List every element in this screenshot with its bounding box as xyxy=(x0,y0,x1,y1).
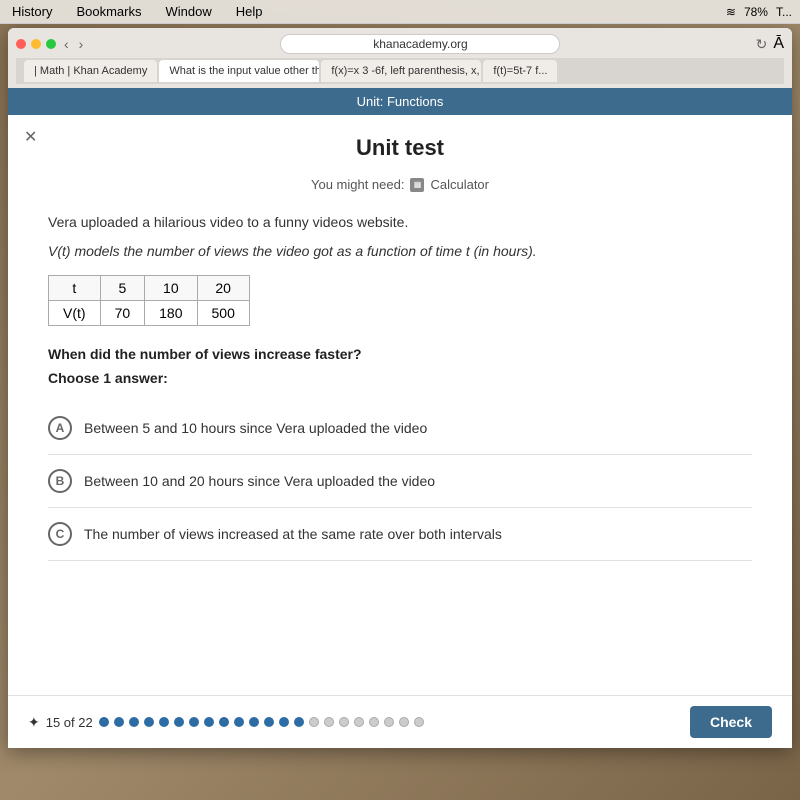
content-area: ✕ Unit test You might need: ▦ Calculator… xyxy=(8,115,792,695)
you-might-need: You might need: ▦ Calculator xyxy=(48,177,752,192)
menu-bar: History Bookmarks Window Help ≋ 78% T... xyxy=(0,0,800,24)
browser-controls: ‹ › khanacademy.org ↻ Ā xyxy=(16,34,784,54)
menu-item-bookmarks[interactable]: Bookmarks xyxy=(72,2,145,21)
window-controls xyxy=(16,39,56,49)
table-header-row: t 5 10 20 xyxy=(49,276,250,301)
table-cell-500: 500 xyxy=(197,301,249,326)
progress-dot-empty xyxy=(339,717,349,727)
answer-choice-a[interactable]: A Between 5 and 10 hours since Vera uplo… xyxy=(48,402,752,455)
page-title: Unit test xyxy=(48,135,752,161)
progress-dot-filled xyxy=(159,717,169,727)
problem-intro: Vera uploaded a hilarious video to a fun… xyxy=(48,212,752,233)
progress-dot-empty xyxy=(354,717,364,727)
menu-bar-right: ≋ 78% T... xyxy=(726,5,792,19)
progress-dot-filled xyxy=(279,717,289,727)
menu-item-window[interactable]: Window xyxy=(161,2,215,21)
progress-dot-empty xyxy=(309,717,319,727)
star-icon: ✦ xyxy=(28,714,40,731)
choice-circle-b: B xyxy=(48,469,72,493)
browser-window: ‹ › khanacademy.org ↻ Ā | Math | Khan Ac… xyxy=(8,28,792,748)
table-row-label: V(t) xyxy=(49,301,101,326)
progress-dot-empty xyxy=(414,717,424,727)
you-might-need-text: You might need: xyxy=(311,177,404,192)
progress-dot-filled xyxy=(234,717,244,727)
bottom-bar: ✦ 15 of 22 Check xyxy=(8,695,792,748)
progress-dot-filled xyxy=(189,717,199,727)
choose-label: Choose 1 answer: xyxy=(48,370,752,386)
progress-dots xyxy=(99,717,424,727)
table-header-10: 10 xyxy=(145,276,197,301)
menu-item-history[interactable]: History xyxy=(8,2,56,21)
choice-circle-a: A xyxy=(48,416,72,440)
answer-choice-b[interactable]: B Between 10 and 20 hours since Vera upl… xyxy=(48,455,752,508)
progress-dot-filled xyxy=(219,717,229,727)
progress-dot-empty xyxy=(324,717,334,727)
progress-dot-empty xyxy=(399,717,409,727)
check-button[interactable]: Check xyxy=(690,706,772,738)
progress-dot-filled xyxy=(174,717,184,727)
address-bar-container: khanacademy.org xyxy=(91,34,749,54)
calculator-label[interactable]: Calculator xyxy=(430,177,489,192)
unit-header: Unit: Functions xyxy=(8,88,792,115)
forward-button[interactable]: › xyxy=(77,36,86,52)
reader-icon[interactable]: Ā xyxy=(773,35,784,53)
tab-1[interactable]: What is the input value other than 0 for… xyxy=(159,60,319,82)
function-desc: V(t) models the number of views the vide… xyxy=(48,243,752,259)
refresh-button[interactable]: ↻ xyxy=(756,36,768,53)
back-button[interactable]: ‹ xyxy=(62,36,71,52)
progress-dot-empty xyxy=(369,717,379,727)
data-table: t 5 10 20 V(t) 70 180 500 xyxy=(48,275,250,326)
table-cell-180: 180 xyxy=(145,301,197,326)
minimize-window-button[interactable] xyxy=(31,39,41,49)
progress-dot-filled xyxy=(249,717,259,727)
progress-dot-filled xyxy=(129,717,139,727)
menu-item-help[interactable]: Help xyxy=(232,2,267,21)
progress-label: ✦ 15 of 22 xyxy=(28,714,424,731)
tab-0[interactable]: | Math | Khan Academy xyxy=(24,60,157,82)
progress-dot-empty xyxy=(384,717,394,727)
tab-bar: | Math | Khan Academy What is the input … xyxy=(16,58,784,84)
choice-circle-c: C xyxy=(48,522,72,546)
close-button[interactable]: ✕ xyxy=(24,127,37,147)
calculator-icon: ▦ xyxy=(410,178,424,192)
table-header-20: 20 xyxy=(197,276,249,301)
progress-dot-filled xyxy=(99,717,109,727)
close-window-button[interactable] xyxy=(16,39,26,49)
table-header-t: t xyxy=(49,276,101,301)
wifi-icon: ≋ xyxy=(726,5,736,19)
answer-choice-c[interactable]: C The number of views increased at the s… xyxy=(48,508,752,561)
table-data-row: V(t) 70 180 500 xyxy=(49,301,250,326)
progress-text: 15 of 22 xyxy=(46,715,93,730)
table-cell-70: 70 xyxy=(100,301,145,326)
choice-text-b: Between 10 and 20 hours since Vera uploa… xyxy=(84,473,435,489)
choice-text-a: Between 5 and 10 hours since Vera upload… xyxy=(84,420,427,436)
table-header-5: 5 xyxy=(100,276,145,301)
tab-2[interactable]: f(x)=x 3 -6f, left parenthesis, x, right… xyxy=(321,60,481,82)
progress-dot-filled xyxy=(144,717,154,727)
progress-dot-filled xyxy=(114,717,124,727)
browser-toolbar: ‹ › khanacademy.org ↻ Ā | Math | Khan Ac… xyxy=(8,28,792,88)
progress-dot-filled xyxy=(204,717,214,727)
tab-3[interactable]: f(t)=5t-7 f... xyxy=(483,60,557,82)
progress-dot-filled xyxy=(264,717,274,727)
choice-text-c: The number of views increased at the sam… xyxy=(84,526,502,542)
progress-dot-filled xyxy=(294,717,304,727)
time-placeholder: T... xyxy=(776,5,792,19)
maximize-window-button[interactable] xyxy=(46,39,56,49)
main-question: When did the number of views increase fa… xyxy=(48,346,752,362)
battery-status: 78% xyxy=(744,5,768,19)
address-bar[interactable]: khanacademy.org xyxy=(280,34,560,54)
